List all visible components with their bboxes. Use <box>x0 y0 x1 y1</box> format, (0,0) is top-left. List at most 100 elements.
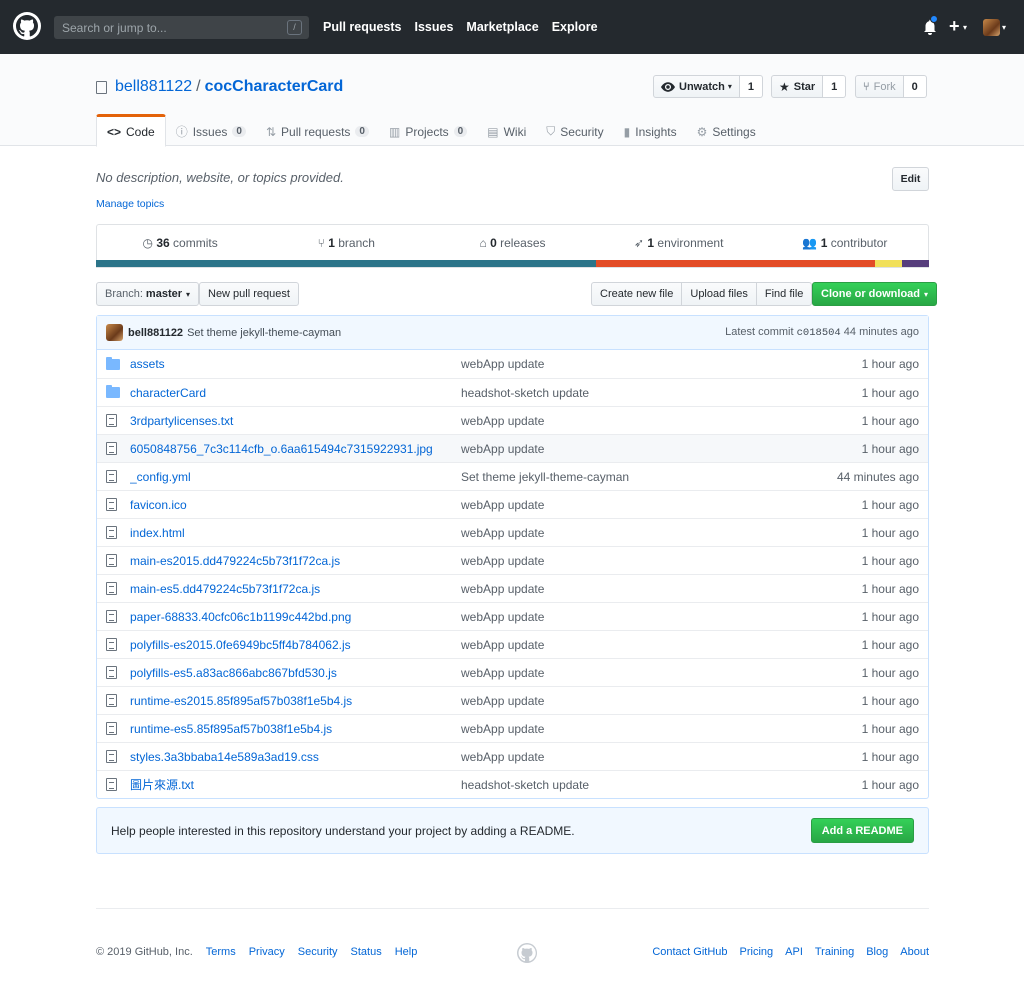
footer-link-blog[interactable]: Blog <box>866 946 888 958</box>
file-name-link[interactable]: paper-68833.40cfc06c1b1199c442bd.png <box>130 610 461 624</box>
fork-button[interactable]: ⑂ Fork <box>855 75 904 98</box>
file-row[interactable]: polyfills-es2015.0fe6949bc5ff4b784062.js… <box>97 630 928 658</box>
star-count[interactable]: 1 <box>823 75 847 98</box>
footer-link-privacy[interactable]: Privacy <box>249 946 285 958</box>
nav-marketplace[interactable]: Marketplace <box>466 20 538 34</box>
tab-security[interactable]: ⛉ Security <box>536 114 613 146</box>
file-commit-message-link[interactable]: webApp update <box>461 694 808 708</box>
manage-topics-link[interactable]: Manage topics <box>96 198 164 210</box>
file-commit-message-link[interactable]: webApp update <box>461 357 808 371</box>
file-name-link[interactable]: runtime-es5.85f895af57b038f1e5b4.js <box>130 722 461 736</box>
file-commit-message-link[interactable]: webApp update <box>461 498 808 512</box>
nav-issues[interactable]: Issues <box>415 20 454 34</box>
footer-link-status[interactable]: Status <box>351 946 382 958</box>
add-readme-button[interactable]: Add a README <box>810 818 914 843</box>
repo-owner-link[interactable]: bell881122 <box>115 78 192 96</box>
clone-or-download-button[interactable]: Clone or download ▾ <box>812 282 938 306</box>
branch-summary[interactable]: ⑂ 1 branch <box>263 236 429 250</box>
file-commit-message-link[interactable]: webApp update <box>461 610 808 624</box>
language-bar-segment[interactable] <box>595 260 875 267</box>
file-name-link[interactable]: main-es2015.dd479224c5b73f1f72ca.js <box>130 554 461 568</box>
file-name-link[interactable]: polyfills-es2015.0fe6949bc5ff4b784062.js <box>130 638 461 652</box>
file-commit-message-link[interactable]: webApp update <box>461 722 808 736</box>
file-commit-message-link[interactable]: webApp update <box>461 750 808 764</box>
footer-link-pricing[interactable]: Pricing <box>740 946 774 958</box>
nav-pull-requests[interactable]: Pull requests <box>323 20 402 34</box>
footer-link-about[interactable]: About <box>900 946 929 958</box>
file-row[interactable]: runtime-es2015.85f895af57b038f1e5b4.js we… <box>97 686 928 714</box>
file-name-link[interactable]: main-es5.dd479224c5b73f1f72ca.js <box>130 582 461 596</box>
file-row[interactable]: 3rdpartylicenses.txt webApp update 1 hour … <box>97 406 928 434</box>
language-bar[interactable] <box>96 260 929 267</box>
file-row[interactable]: 圖片來源.txt headshot-sketch update 1 hour ago <box>97 770 928 798</box>
file-commit-message-link[interactable]: webApp update <box>461 638 808 652</box>
file-row[interactable]: runtime-es5.85f895af57b038f1e5b4.js webAp… <box>97 714 928 742</box>
file-name-link[interactable]: index.html <box>130 526 461 540</box>
search-input[interactable] <box>54 16 309 39</box>
file-commit-message-link[interactable]: webApp update <box>461 666 808 680</box>
upload-files-button[interactable]: Upload files <box>681 282 757 306</box>
file-name-link[interactable]: characterCard <box>130 386 461 400</box>
create-new-caret-icon[interactable]: ▾ <box>963 23 967 32</box>
star-button[interactable]: ★ Star <box>771 75 824 98</box>
language-bar-segment[interactable] <box>96 260 596 267</box>
create-new-plus-icon[interactable]: + <box>949 16 960 37</box>
footer-link-training[interactable]: Training <box>815 946 854 958</box>
file-name-link[interactable]: styles.3a3bbaba14e589a3ad19.css <box>130 750 461 764</box>
file-row[interactable]: paper-68833.40cfc06c1b1199c442bd.png webA… <box>97 602 928 630</box>
file-commit-message-link[interactable]: headshot-sketch update <box>461 386 808 400</box>
tab-code[interactable]: <> Code <box>96 114 166 147</box>
file-row[interactable]: 6050848756_7c3c114cfb_o.6aa615494c731592… <box>97 434 928 462</box>
file-row[interactable]: polyfills-es5.a83ac866abc867bfd530.js web… <box>97 658 928 686</box>
file-name-link[interactable]: favicon.ico <box>130 498 461 512</box>
file-commit-message-link[interactable]: webApp update <box>461 554 808 568</box>
footer-link-terms[interactable]: Terms <box>206 946 236 958</box>
edit-description-button[interactable]: Edit <box>892 167 929 191</box>
file-name-link[interactable]: 6050848756_7c3c114cfb_o.6aa615494c731592… <box>130 442 461 456</box>
unwatch-button[interactable]: Unwatch ▾ <box>653 75 740 98</box>
footer-link-api[interactable]: API <box>785 946 803 958</box>
language-bar-segment[interactable] <box>902 260 929 267</box>
watch-count[interactable]: 1 <box>739 75 763 98</box>
github-mark-icon[interactable] <box>517 943 537 963</box>
search-box[interactable]: / <box>54 16 309 39</box>
footer-link-contact[interactable]: Contact GitHub <box>652 946 727 958</box>
file-row[interactable]: assets webApp update 1 hour ago <box>97 350 928 378</box>
commit-sha-link[interactable]: c018504 <box>797 327 841 339</box>
tab-issues[interactable]: ⓘ Issues 0 <box>166 114 256 146</box>
repo-name-link[interactable]: cocCharacterCard <box>205 78 344 96</box>
commit-author-link[interactable]: bell881122 <box>128 327 183 339</box>
tab-pull-requests[interactable]: ⇅ Pull requests 0 <box>256 114 379 146</box>
footer-link-security[interactable]: Security <box>298 946 338 958</box>
file-row[interactable]: main-es5.dd479224c5b73f1f72ca.js webApp u… <box>97 574 928 602</box>
commit-message-link[interactable]: Set theme jekyll-theme-cayman <box>187 327 341 339</box>
file-name-link[interactable]: _config.yml <box>130 470 461 484</box>
user-menu-caret-icon[interactable]: ▾ <box>1002 23 1006 32</box>
tab-settings[interactable]: ⚙ Settings <box>687 114 766 146</box>
file-row[interactable]: favicon.ico webApp update 1 hour ago <box>97 490 928 518</box>
releases-summary[interactable]: ⌂ 0 releases <box>429 236 595 250</box>
github-logo-icon[interactable] <box>13 12 41 40</box>
file-commit-message-link[interactable]: webApp update <box>461 442 808 456</box>
file-name-link[interactable]: polyfills-es5.a83ac866abc867bfd530.js <box>130 666 461 680</box>
user-avatar[interactable] <box>983 19 1000 36</box>
nav-explore[interactable]: Explore <box>552 20 598 34</box>
file-name-link[interactable]: 圖片來源.txt <box>130 776 461 793</box>
tab-wiki[interactable]: ▤ Wiki <box>477 114 536 146</box>
file-row[interactable]: _config.yml Set theme jekyll-theme-cayman… <box>97 462 928 490</box>
commit-author-avatar[interactable] <box>106 324 123 341</box>
file-row[interactable]: styles.3a3bbaba14e589a3ad19.css webApp up… <box>97 742 928 770</box>
file-row[interactable]: characterCard headshot-sketch update 1 hou… <box>97 378 928 406</box>
environment-summary[interactable]: ➶ 1 environment <box>596 236 762 250</box>
tab-insights[interactable]: ▮ Insights <box>614 114 687 146</box>
tab-projects[interactable]: ▥ Projects 0 <box>379 114 477 146</box>
file-commit-message-link[interactable]: webApp update <box>461 414 808 428</box>
file-name-link[interactable]: runtime-es2015.85f895af57b038f1e5b4.js <box>130 694 461 708</box>
create-new-file-button[interactable]: Create new file <box>591 282 683 306</box>
new-pull-request-button[interactable]: New pull request <box>199 282 299 306</box>
find-file-button[interactable]: Find file <box>755 282 813 306</box>
file-row[interactable]: main-es2015.dd479224c5b73f1f72ca.js webAp… <box>97 546 928 574</box>
language-bar-segment[interactable] <box>874 260 903 267</box>
file-commit-message-link[interactable]: Set theme jekyll-theme-cayman <box>461 470 808 484</box>
file-commit-message-link[interactable]: webApp update <box>461 582 808 596</box>
